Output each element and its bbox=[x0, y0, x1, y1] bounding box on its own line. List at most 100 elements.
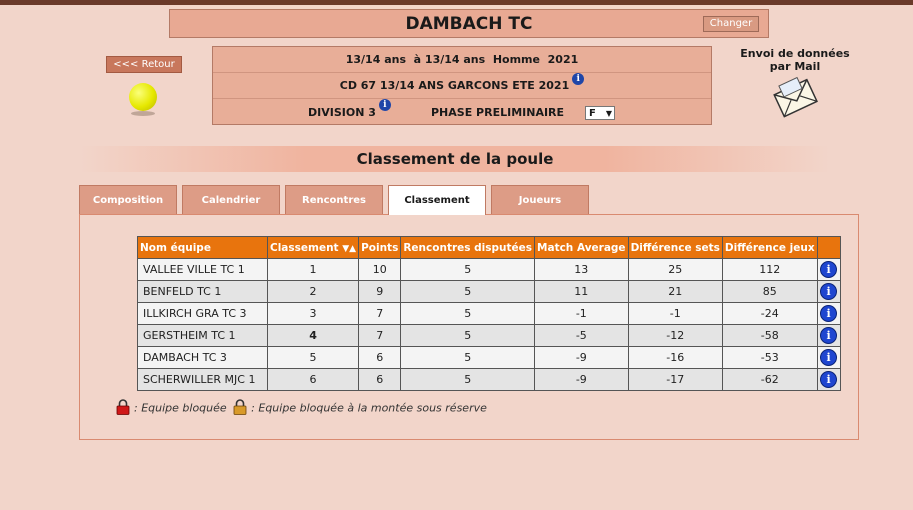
info-icon[interactable]: i bbox=[820, 349, 838, 366]
team-games-diff: -62 bbox=[721, 368, 818, 391]
team-name: BENFELD TC 1 bbox=[137, 280, 268, 303]
team-points: 7 bbox=[358, 302, 402, 325]
team-points: 6 bbox=[358, 368, 402, 391]
legend-locked-promo: : Equipe bloquée à la montée sous réserv… bbox=[251, 401, 487, 415]
team-sets-diff: -12 bbox=[627, 324, 723, 347]
lock-orange-icon bbox=[233, 399, 247, 418]
tab-rencontres[interactable]: Rencontres bbox=[285, 185, 383, 214]
team-played: 5 bbox=[400, 280, 536, 303]
team-match-average: 13 bbox=[534, 258, 629, 281]
team-games-diff: -53 bbox=[721, 346, 818, 369]
team-sets-diff: -17 bbox=[627, 368, 723, 391]
sort-icon[interactable]: ▼▲ bbox=[342, 244, 356, 254]
change-club-button[interactable]: Changer bbox=[703, 16, 759, 32]
phase-select[interactable]: F ▼ bbox=[585, 106, 615, 120]
club-header: DAMBACH TC Changer bbox=[169, 9, 769, 38]
team-info-cell: i bbox=[816, 368, 841, 391]
tennis-ball-icon bbox=[129, 83, 157, 111]
col-header-rank[interactable]: Classement ▼▲ bbox=[266, 236, 360, 259]
info-icon[interactable]: i bbox=[572, 73, 585, 85]
team-info-cell: i bbox=[816, 324, 841, 347]
team-match-average: -9 bbox=[534, 368, 629, 391]
phase-select-value: F bbox=[589, 108, 596, 119]
ranking-table: Nom équipe Classement ▼▲ Points Rencontr… bbox=[137, 236, 841, 391]
team-sets-diff: -16 bbox=[627, 346, 723, 369]
info-icon[interactable]: i bbox=[378, 99, 391, 111]
lock-red-icon bbox=[116, 399, 130, 418]
team-rank: 2 bbox=[266, 280, 360, 303]
team-name: GERSTHEIM TC 1 bbox=[137, 324, 268, 347]
legend: : Equipe bloquée : Equipe bloquée à la m… bbox=[116, 399, 487, 418]
top-border bbox=[0, 0, 913, 5]
col-header-team[interactable]: Nom équipe bbox=[137, 236, 268, 259]
envelope-icon[interactable] bbox=[772, 76, 820, 126]
team-sets-diff: -1 bbox=[627, 302, 723, 325]
col-header-games-diff[interactable]: Différence jeux bbox=[721, 236, 818, 259]
team-match-average: -5 bbox=[534, 324, 629, 347]
team-rank: 5 bbox=[266, 346, 360, 369]
back-button[interactable]: <<< Retour bbox=[106, 56, 182, 73]
tab-calendrier[interactable]: Calendrier bbox=[182, 185, 280, 214]
col-header-sets-diff[interactable]: Différence sets bbox=[627, 236, 723, 259]
team-info-cell: i bbox=[816, 346, 841, 369]
team-info-cell: i bbox=[816, 280, 841, 303]
team-sets-diff: 21 bbox=[627, 280, 723, 303]
competition-line1: 13/14 ans à 13/14 ans Homme 2021 bbox=[345, 53, 579, 66]
competition-name-line: CD 67 13/14 ANS GARCONS ETE 2021 i bbox=[213, 73, 711, 99]
team-played: 5 bbox=[400, 346, 536, 369]
tab-composition[interactable]: Composition bbox=[79, 185, 177, 214]
team-points: 7 bbox=[358, 324, 402, 347]
team-points: 6 bbox=[358, 346, 402, 369]
info-icon[interactable]: i bbox=[820, 283, 838, 300]
team-rank: 1 bbox=[266, 258, 360, 281]
team-match-average: -9 bbox=[534, 346, 629, 369]
team-match-average: 11 bbox=[534, 280, 629, 303]
col-header-played[interactable]: Rencontres disputées bbox=[400, 236, 536, 259]
competition-info: 13/14 ans à 13/14 ans Homme 2021 CD 67 1… bbox=[212, 46, 712, 125]
club-name: DAMBACH TC bbox=[405, 14, 533, 34]
team-name: DAMBACH TC 3 bbox=[137, 346, 268, 369]
team-played: 5 bbox=[400, 258, 536, 281]
team-rank: 3 bbox=[266, 302, 360, 325]
info-icon[interactable]: i bbox=[820, 261, 838, 278]
team-name: ILLKIRCH GRA TC 3 bbox=[137, 302, 268, 325]
tab-classement[interactable]: Classement bbox=[388, 185, 486, 215]
table-row: GERSTHEIM TC 1 4 7 5 -5 -12 -58 i bbox=[137, 324, 841, 347]
competition-line2: CD 67 13/14 ANS GARCONS ETE 2021 bbox=[339, 79, 570, 92]
team-name: VALLEE VILLE TC 1 bbox=[137, 258, 268, 281]
competition-division-line: DIVISION 3i PHASE PRELIMINAIRE F ▼ bbox=[213, 99, 711, 124]
team-games-diff: 112 bbox=[721, 258, 818, 281]
table-row: ILLKIRCH GRA TC 3 3 7 5 -1 -1 -24 i bbox=[137, 302, 841, 325]
team-played: 5 bbox=[400, 302, 536, 325]
team-match-average: -1 bbox=[534, 302, 629, 325]
team-games-diff: -58 bbox=[721, 324, 818, 347]
table-row: VALLEE VILLE TC 1 1 10 5 13 25 112 i bbox=[137, 258, 841, 281]
team-rank: 6 bbox=[266, 368, 360, 391]
phase-label: PHASE PRELIMINAIRE bbox=[431, 106, 565, 119]
team-played: 5 bbox=[400, 324, 536, 347]
team-name: SCHERWILLER MJC 1 bbox=[137, 368, 268, 391]
legend-locked: : Equipe bloquée bbox=[134, 401, 227, 415]
team-played: 5 bbox=[400, 368, 536, 391]
table-row: DAMBACH TC 3 5 6 5 -9 -16 -53 i bbox=[137, 346, 841, 369]
info-icon[interactable]: i bbox=[820, 371, 838, 388]
section-title: Classement de la poule bbox=[356, 150, 554, 168]
chevron-down-icon: ▼ bbox=[605, 109, 612, 118]
tennis-ball-shadow bbox=[131, 111, 155, 116]
team-info-cell: i bbox=[816, 258, 841, 281]
info-icon[interactable]: i bbox=[820, 305, 838, 322]
team-sets-diff: 25 bbox=[627, 258, 723, 281]
team-info-cell: i bbox=[816, 302, 841, 325]
team-games-diff: -24 bbox=[721, 302, 818, 325]
competition-age-line: 13/14 ans à 13/14 ans Homme 2021 bbox=[213, 47, 711, 73]
mail-title: Envoi de données par Mail bbox=[740, 47, 850, 73]
col-header-info bbox=[816, 236, 841, 259]
table-row: SCHERWILLER MJC 1 6 6 5 -9 -17 -62 i bbox=[137, 368, 841, 391]
team-points: 10 bbox=[358, 258, 402, 281]
team-rank: 4 bbox=[266, 324, 360, 347]
division-label: DIVISION 3i bbox=[308, 99, 391, 127]
tab-joueurs[interactable]: Joueurs bbox=[491, 185, 589, 214]
col-header-points[interactable]: Points bbox=[358, 236, 402, 259]
col-header-match-average[interactable]: Match Average bbox=[534, 236, 629, 259]
info-icon[interactable]: i bbox=[820, 327, 838, 344]
